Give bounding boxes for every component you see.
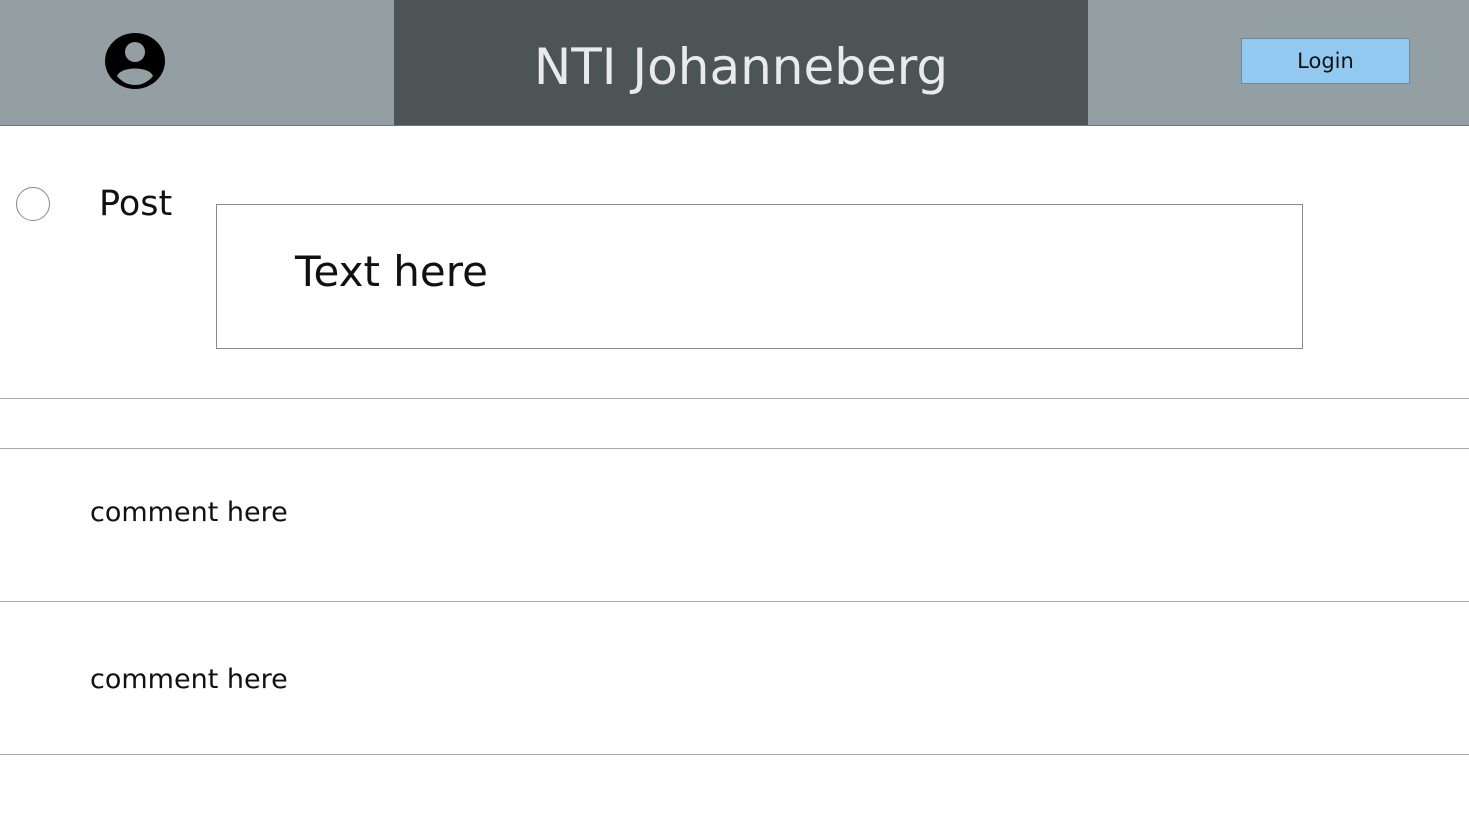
comment-text: comment here xyxy=(90,664,288,695)
post-input-value: Text here xyxy=(295,247,488,296)
divider xyxy=(0,398,1469,399)
divider xyxy=(0,448,1469,449)
account-avatar-icon[interactable] xyxy=(104,32,166,90)
app-root: NTI Johanneberg Login Post Text here com… xyxy=(0,0,1469,823)
top-header: NTI Johanneberg Login xyxy=(0,0,1469,126)
page-title: NTI Johanneberg xyxy=(533,37,949,96)
post-label: Post xyxy=(99,184,173,224)
post-radio-button[interactable] xyxy=(16,187,50,221)
login-button[interactable]: Login xyxy=(1241,38,1410,84)
post-text-input[interactable]: Text here xyxy=(216,204,1303,349)
title-panel: NTI Johanneberg xyxy=(394,0,1088,125)
divider xyxy=(0,601,1469,602)
account-circle-icon xyxy=(105,33,165,89)
comment-text: comment here xyxy=(90,497,288,528)
divider xyxy=(0,754,1469,755)
